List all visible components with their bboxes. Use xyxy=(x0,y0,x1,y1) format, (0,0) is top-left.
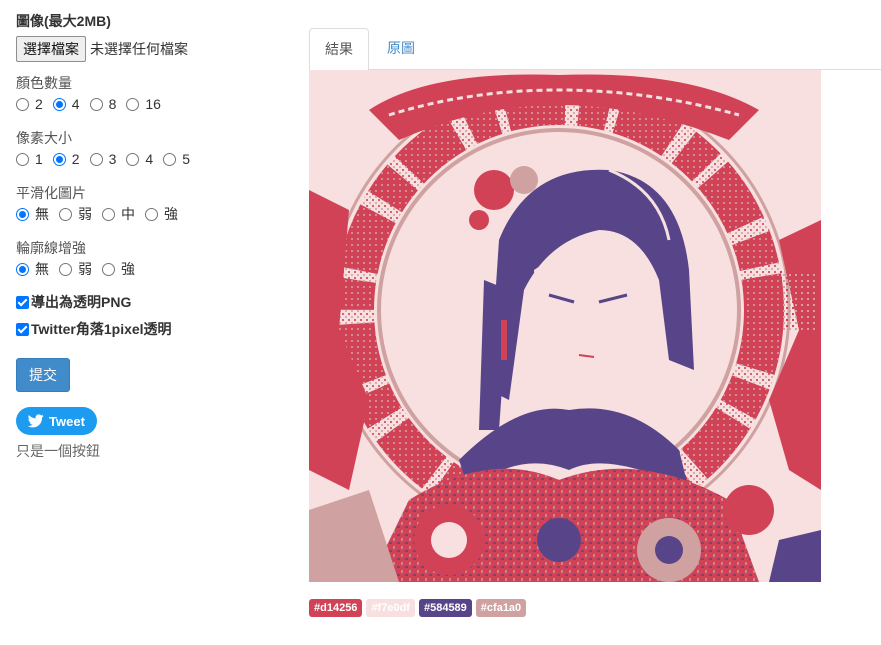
radio-option[interactable]: 強 xyxy=(102,259,135,279)
result-tabs: 結果 原圖 xyxy=(309,28,881,71)
option-group-label: 輪廓線增強 xyxy=(16,240,86,256)
radio-label: 弱 xyxy=(78,261,92,277)
radio-button[interactable] xyxy=(52,152,66,166)
twitter-bird-icon xyxy=(28,414,44,428)
radio-option[interactable]: 8 xyxy=(89,96,117,112)
checkbox[interactable] xyxy=(16,295,29,309)
radio-option[interactable]: 強 xyxy=(145,204,178,224)
tab-original[interactable]: 原圖 xyxy=(372,28,430,70)
checkbox-option[interactable]: Twitter角落1pixel透明 xyxy=(16,320,296,338)
radio-label: 無 xyxy=(35,206,49,222)
radio-option[interactable]: 3 xyxy=(89,151,117,167)
radio-label: 3 xyxy=(108,151,117,167)
radio-button[interactable] xyxy=(163,152,177,166)
radio-button[interactable] xyxy=(59,207,72,221)
radio-label: 弱 xyxy=(78,206,92,222)
checkbox-list: 導出為透明PNG Twitter角落1pixel透明 xyxy=(16,293,296,338)
radio-label: 強 xyxy=(164,206,178,222)
radio-button[interactable] xyxy=(126,97,140,111)
checkbox[interactable] xyxy=(16,322,29,336)
image-label: 圖像(最大2MB) xyxy=(16,13,111,29)
radio-button[interactable] xyxy=(16,207,29,221)
file-picker: 選擇檔案 未選擇任何檔案 xyxy=(16,36,296,62)
palette-swatches: #d14256 #f7e0df #584589 #cfa1a0 xyxy=(309,599,530,617)
radio-label: 2 xyxy=(71,151,80,167)
radio-button[interactable] xyxy=(52,97,66,111)
submit-button[interactable]: 提交 xyxy=(16,358,70,392)
radio-button[interactable] xyxy=(16,152,29,166)
pixel-art-result-image xyxy=(309,70,821,582)
radio-label: 2 xyxy=(35,96,43,112)
radio-button[interactable] xyxy=(89,152,103,166)
radio-label: 5 xyxy=(182,151,190,167)
radio-label: 16 xyxy=(145,96,161,112)
color-swatch: #584589 xyxy=(418,599,472,617)
radio-button[interactable] xyxy=(102,207,115,221)
color-swatch: #f7e0df xyxy=(366,599,415,617)
radio-group: 無弱強 xyxy=(16,259,296,279)
option-group-label: 像素大小 xyxy=(16,130,72,146)
radio-option[interactable]: 弱 xyxy=(59,259,92,279)
radio-label: 1 xyxy=(35,151,43,167)
color-swatch: #d14256 xyxy=(309,599,363,617)
option-group-label: 平滑化圖片 xyxy=(16,185,86,201)
radio-option[interactable]: 無 xyxy=(16,204,49,224)
radio-option[interactable]: 中 xyxy=(102,204,135,224)
option-groups: 顏色數量 2 4 8 16 像素大小 1 2 3 4 5 平滑化圖片無弱中強輪廓線增強無弱強 xyxy=(16,74,296,279)
radio-label: 強 xyxy=(121,261,135,277)
checkbox-option[interactable]: 導出為透明PNG xyxy=(16,293,296,311)
radio-option[interactable]: 無 xyxy=(16,259,49,279)
button-note: 只是一個按鈕 xyxy=(16,443,100,459)
radio-button[interactable] xyxy=(89,97,103,111)
radio-button[interactable] xyxy=(126,152,140,166)
radio-option[interactable]: 4 xyxy=(52,96,80,112)
file-status: 未選擇任何檔案 xyxy=(90,41,188,57)
radio-group: 無弱中強 xyxy=(16,204,296,224)
result-image-graphic xyxy=(309,70,821,582)
tweet-button[interactable]: Tweet xyxy=(16,407,97,435)
radio-button[interactable] xyxy=(102,262,115,276)
settings-panel: 圖像(最大2MB) 選擇檔案 未選擇任何檔案 顏色數量 2 4 8 16 像素大小 1 2 3 4… xyxy=(16,12,296,461)
choose-file-button[interactable]: 選擇檔案 xyxy=(16,36,86,62)
radio-button[interactable] xyxy=(16,97,29,111)
radio-option[interactable]: 1 xyxy=(16,151,43,167)
radio-option[interactable]: 2 xyxy=(16,96,43,112)
radio-label: 無 xyxy=(35,261,49,277)
radio-group: 1 2 3 4 5 xyxy=(16,149,296,169)
radio-button[interactable] xyxy=(145,207,158,221)
radio-option[interactable]: 4 xyxy=(126,151,153,167)
radio-label: 中 xyxy=(121,206,135,222)
radio-option[interactable]: 弱 xyxy=(59,204,92,224)
radio-group: 2 4 8 16 xyxy=(16,94,296,114)
checkbox-label: Twitter角落1pixel透明 xyxy=(31,321,172,337)
radio-option[interactable]: 2 xyxy=(52,151,80,167)
radio-button[interactable] xyxy=(59,262,72,276)
radio-label: 4 xyxy=(71,96,80,112)
checkbox-label: 導出為透明PNG xyxy=(31,294,132,310)
radio-label: 4 xyxy=(145,151,154,167)
radio-label: 8 xyxy=(108,96,117,112)
radio-option[interactable]: 16 xyxy=(126,96,161,112)
radio-option[interactable]: 5 xyxy=(163,151,190,167)
tweet-label: Tweet xyxy=(49,413,85,429)
tab-result[interactable]: 結果 xyxy=(309,28,369,71)
color-swatch: #cfa1a0 xyxy=(475,599,527,617)
radio-button[interactable] xyxy=(16,262,29,276)
option-group-label: 顏色數量 xyxy=(16,75,72,91)
